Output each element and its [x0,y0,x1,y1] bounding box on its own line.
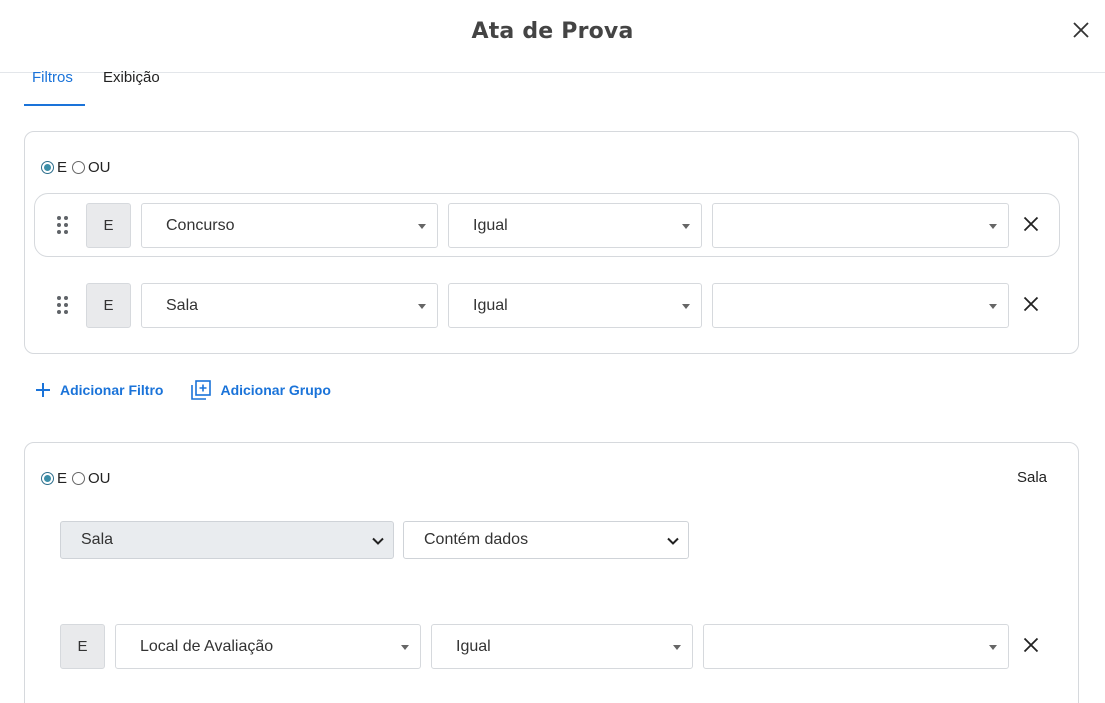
conjunction-badge[interactable]: E [86,203,131,248]
field-select-value: Local de Avaliação [140,637,274,655]
plus-icon [36,383,50,397]
add-group-icon [191,380,212,400]
add-filter-label: Adicionar Filtro [60,382,164,398]
remove-row-icon[interactable] [1023,637,1039,653]
conjunction-badge[interactable]: E [86,283,131,328]
operator-select-value: Igual [473,216,508,234]
value-select[interactable] [712,203,1009,248]
field-select[interactable]: Sala [141,283,438,328]
relation-mode-select[interactable]: Contém dados [403,521,689,559]
add-group-button[interactable]: Adicionar Grupo [191,380,331,400]
relation-field-value: Sala [81,531,114,548]
dialog-header: Ata de Prova [0,0,1105,73]
caret-down-icon [682,224,690,229]
filter-actions: Adicionar Filtro Adicionar Grupo [35,378,331,402]
operator-select[interactable]: Igual [448,283,702,328]
radio-and-label: E [57,470,68,487]
remove-row-icon[interactable] [1023,296,1039,312]
filter-group-1: E OU E Concurso Igual E Sala Igual [24,131,1079,354]
field-select-value: Concurso [166,216,235,234]
logic-toggle-group-2: E OU [41,470,116,487]
logic-toggle-group-1: E OU [41,159,116,176]
radio-or[interactable] [72,472,86,485]
tab-exibicao[interactable]: Exibição [103,69,160,86]
field-select-value: Sala [166,296,199,314]
add-group-label: Adicionar Grupo [220,382,331,398]
group-entity-label: Sala [1016,469,1047,486]
close-icon[interactable] [1071,20,1091,40]
caret-down-icon [418,304,426,309]
caret-down-icon [682,304,690,309]
relation-mode-value: Contém dados [424,531,529,548]
active-tab-indicator [24,104,85,106]
dialog-title: Ata de Prova [471,19,634,44]
radio-or-label: OU [88,470,111,487]
value-select[interactable] [712,283,1009,328]
caret-down-icon [673,645,681,650]
radio-or-label: OU [88,159,111,176]
operator-select[interactable]: Igual [448,203,702,248]
filter-group-2: E OU Sala Sala Contém dados E Local de A… [24,442,1079,703]
conjunction-badge[interactable]: E [60,624,105,669]
caret-down-icon [989,645,997,650]
tab-filtros[interactable]: Filtros [32,69,73,86]
field-select[interactable]: Concurso [141,203,438,248]
operator-select-value: Igual [473,296,508,314]
field-select[interactable]: Local de Avaliação [115,624,421,669]
radio-and-label: E [57,159,68,176]
operator-select-value: Igual [456,637,491,655]
caret-down-icon [418,224,426,229]
caret-down-icon [989,224,997,229]
operator-select[interactable]: Igual [431,624,693,669]
caret-down-icon [401,645,409,650]
radio-and[interactable] [41,472,54,485]
chevron-down-icon [667,537,679,545]
caret-down-icon [989,304,997,309]
chevron-down-icon [372,537,384,545]
drag-handle-icon[interactable] [57,216,69,236]
value-select[interactable] [703,624,1009,669]
radio-and[interactable] [41,161,54,174]
drag-handle-icon[interactable] [57,296,69,316]
relation-field-select[interactable]: Sala [60,521,394,559]
remove-row-icon[interactable] [1023,216,1039,232]
radio-or[interactable] [72,161,86,174]
add-filter-button[interactable]: Adicionar Filtro [35,382,163,398]
